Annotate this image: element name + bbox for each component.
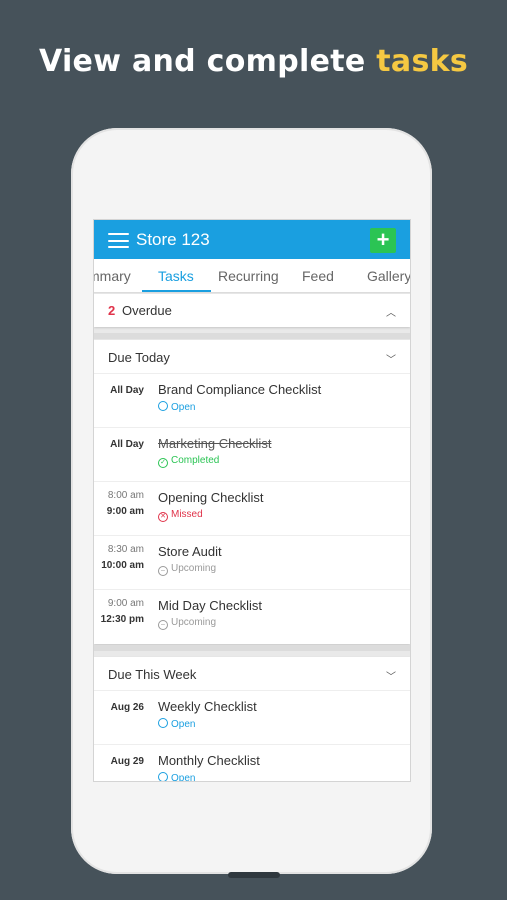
app-screen: Store 123 + mmary Tasks Recurring Feed G… [93, 219, 411, 782]
task-name: Weekly Checklist [158, 699, 257, 714]
task-status: Open [158, 772, 195, 781]
plus-icon: + [376, 227, 390, 252]
app-bar: Store 123 + [94, 220, 410, 259]
task-end-time: 9:00 am [106, 506, 144, 517]
open-status-icon [158, 401, 168, 411]
chevron-down-icon[interactable]: ﹀ [386, 668, 396, 683]
phone-speaker [228, 872, 280, 878]
task-row[interactable]: All Day Brand Compliance Checklist Open [94, 374, 410, 428]
headline-prefix: View and complete [38, 44, 366, 79]
upcoming-icon: – [158, 566, 168, 576]
chevron-up-icon[interactable]: ︿ [386, 304, 396, 319]
open-status-icon [158, 718, 168, 728]
task-date: Aug 26 [110, 702, 144, 713]
headline-accent: tasks [376, 44, 469, 79]
missed-x-icon: ✕ [158, 512, 168, 522]
task-status: Open [158, 401, 195, 413]
task-row[interactable]: 8:30 am 10:00 am Store Audit – Upcoming [94, 536, 410, 590]
task-name: Mid Day Checklist [158, 598, 263, 613]
task-start-time: 9:00 am [107, 598, 144, 609]
section-gap [94, 645, 410, 651]
add-task-button[interactable]: + [370, 228, 396, 253]
active-tab-indicator [142, 290, 211, 292]
tab-summary[interactable]: mmary [94, 268, 131, 284]
task-status: – Upcoming [158, 617, 216, 630]
task-row[interactable]: Aug 26 Weekly Checklist Open [94, 691, 410, 745]
task-row[interactable]: Aug 29 Monthly Checklist Open [94, 745, 410, 781]
chevron-down-icon[interactable]: ﹀ [386, 351, 396, 366]
due-today-header[interactable]: Due Today ﹀ [94, 340, 410, 374]
task-status: ✓ Completed [158, 455, 219, 468]
tab-tasks[interactable]: Tasks [158, 268, 194, 284]
due-today-section: Due Today ﹀ All Day Brand Compliance Che… [94, 340, 410, 644]
task-name: Opening Checklist [158, 490, 264, 505]
due-today-title: Due Today [108, 350, 170, 365]
task-row[interactable]: 8:00 am 9:00 am Opening Checklist ✕ Misse… [94, 482, 410, 536]
open-status-icon [158, 772, 168, 781]
task-status: ✕ Missed [158, 509, 203, 522]
tab-gallery[interactable]: Gallery [367, 268, 410, 284]
task-end-time: 10:00 am [101, 560, 144, 571]
task-name: Store Audit [158, 544, 222, 559]
task-time: All Day [110, 385, 144, 396]
task-name: Marketing Checklist [158, 436, 272, 451]
app-title: Store 123 [136, 230, 210, 249]
task-end-time: 12:30 pm [100, 614, 144, 625]
tab-recurring[interactable]: Recurring [218, 268, 279, 284]
task-row[interactable]: All Day Marketing Checklist ✓ Completed [94, 428, 410, 482]
task-name: Brand Compliance Checklist [158, 382, 322, 397]
check-circle-icon: ✓ [158, 458, 168, 468]
task-status: – Upcoming [158, 563, 216, 576]
overdue-label: Overdue [122, 303, 172, 318]
task-status: Open [158, 718, 195, 730]
upcoming-icon: – [158, 620, 168, 630]
task-start-time: 8:00 am [107, 490, 144, 501]
overdue-section[interactable]: 2 Overdue ︿ [94, 294, 410, 327]
tab-bar: mmary Tasks Recurring Feed Gallery [94, 259, 410, 293]
task-start-time: 8:30 am [107, 544, 144, 555]
hamburger-icon[interactable] [108, 233, 129, 248]
due-week-title: Due This Week [108, 667, 197, 682]
section-gap [94, 333, 410, 339]
tab-feed[interactable]: Feed [302, 268, 334, 284]
task-row[interactable]: 9:00 am 12:30 pm Mid Day Checklist – Upco… [94, 590, 410, 644]
task-name: Monthly Checklist [158, 753, 260, 768]
task-time: All Day [110, 439, 144, 450]
due-week-section: Due This Week ﹀ Aug 26 Weekly Checklist … [94, 657, 410, 781]
due-week-header[interactable]: Due This Week ﹀ [94, 657, 410, 691]
headline: View and complete tasks [0, 44, 507, 79]
task-date: Aug 29 [110, 756, 144, 767]
overdue-count: 2 [108, 303, 116, 318]
